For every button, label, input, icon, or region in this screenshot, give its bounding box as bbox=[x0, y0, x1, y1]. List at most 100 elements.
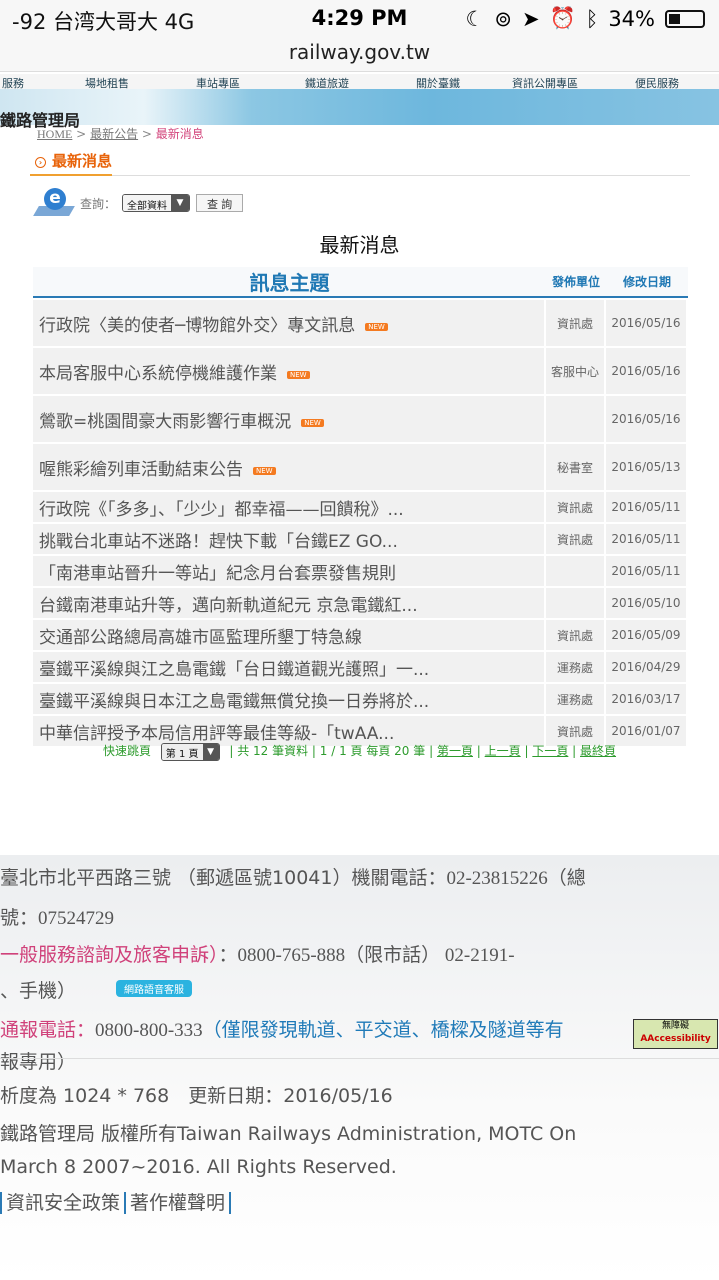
table-row[interactable]: 本局客服中心系統停機維護作業 NEW 客服中心 2016/05/16 bbox=[33, 348, 688, 394]
news-title[interactable]: 「南港車站晉升一等站」紀念月台套票發售規則 bbox=[33, 556, 546, 586]
resolution-line: 析度為 1024 * 768 更新日期：2016/05/16 bbox=[0, 1085, 393, 1107]
last-page-link[interactable]: 最終頁 bbox=[580, 744, 616, 758]
security-policy-link[interactable]: 資訊安全政策 bbox=[0, 1192, 125, 1214]
copyright-link[interactable]: 著作權聲明 bbox=[124, 1192, 230, 1214]
page-title: 最新消息 bbox=[319, 233, 400, 257]
first-page-link[interactable]: 第一頁 bbox=[437, 744, 473, 758]
breadcrumb-sep: > bbox=[76, 127, 87, 141]
table-row[interactable]: 行政院《「多多」、「少少」都幸福——回饋稅》... 資訊處 2016/05/11 bbox=[33, 492, 688, 522]
top-nav: 服務 場地租售 車站專區 鐵道旅遊 關於臺鐵 資訊公開專區 便民服務 bbox=[0, 74, 719, 90]
table-row[interactable]: 鶯歌=桃園間豪大雨影響行車概況 NEW 2016/05/16 bbox=[33, 396, 688, 442]
next-page-link[interactable]: 下一頁 bbox=[532, 744, 568, 758]
header-title: 訊息主題 bbox=[33, 267, 546, 298]
table-row[interactable]: 行政院〈美的使者─博物館外交〉專文訊息 NEW 資訊處 2016/05/16 bbox=[33, 300, 688, 346]
breadcrumb-sep: > bbox=[141, 127, 152, 141]
news-title[interactable]: 本局客服中心系統停機維護作業 NEW bbox=[33, 348, 546, 394]
news-unit bbox=[546, 556, 606, 586]
service-line: 一般服務諮詢及旅客申訴）：0800-765-888（限市話） 02-2191- bbox=[0, 944, 515, 966]
status-bar: -92 台湾大哥大 4G 4:29 PM ☾ ⊚ ➤ ⏰ ᛒ 34% railw… bbox=[0, 0, 719, 72]
news-unit: 資訊處 bbox=[546, 492, 606, 522]
new-badge: NEW bbox=[253, 466, 276, 475]
accessibility-badge[interactable]: 無障礙 AAccessibility bbox=[633, 1019, 718, 1049]
status-icons: ☾ ⊚ ➤ ⏰ ᛒ 34% bbox=[465, 6, 705, 31]
report-note-line: 報專用） bbox=[0, 1051, 77, 1073]
moon-icon: ☾ bbox=[465, 6, 485, 31]
news-date: 2016/05/16 bbox=[606, 348, 688, 394]
jump-label: 快速跳頁 bbox=[102, 744, 151, 758]
alarm-icon: ⏰ bbox=[549, 6, 576, 30]
section-title: › 最新消息 bbox=[35, 150, 112, 171]
breadcrumb-parent[interactable]: 最新公告 bbox=[90, 127, 138, 141]
url-bar[interactable]: railway.gov.tw bbox=[0, 40, 719, 64]
footer-links: 資訊安全政策 著作權聲明 bbox=[0, 1188, 240, 1215]
table-row[interactable]: 交通部公路總局高雄市區監理所墾丁特急線 資訊處 2016/05/09 bbox=[33, 620, 688, 650]
news-title[interactable]: 臺鐵平溪線與日本江之島電鐵無償兌換一日券將於... bbox=[33, 684, 546, 714]
address-line: 臺北市北平西路三號 （郵遞區號10041）機關電話：02-23815226（總 bbox=[0, 867, 586, 889]
new-badge: NEW bbox=[287, 370, 310, 379]
chevron-right-icon: › bbox=[35, 157, 46, 168]
battery-icon bbox=[665, 9, 705, 28]
orientation-lock-icon: ⊚ bbox=[494, 6, 512, 31]
news-date: 2016/05/16 bbox=[606, 300, 688, 346]
news-unit: 客服中心 bbox=[546, 348, 606, 394]
report-line: 通報電話：0800-800-333（僅限發現軌道、平交道、橋樑及隧道等有 bbox=[0, 1019, 564, 1041]
news-unit: 運務處 bbox=[546, 684, 606, 714]
section-title-text: 最新消息 bbox=[52, 152, 113, 170]
copyright-line-2: March 8 2007~2016. All Rights Reserved. bbox=[0, 1156, 397, 1178]
category-select[interactable]: 全部資料 ▼ bbox=[122, 194, 191, 212]
page-select[interactable]: 第 1 頁 ▼ bbox=[160, 742, 220, 761]
news-date: 2016/05/16 bbox=[606, 396, 688, 442]
breadcrumb-home[interactable]: HOME bbox=[37, 127, 72, 141]
mobile-line: 、手機） 網路語音客服 bbox=[0, 976, 193, 1003]
header-unit: 發佈單位 bbox=[546, 267, 606, 298]
news-title[interactable]: 臺鐵平溪線與江之島電鐵「台日鐵道觀光護照」一... bbox=[33, 652, 546, 682]
news-date: 2016/04/29 bbox=[606, 652, 688, 682]
table-row[interactable]: 「南港車站晉升一等站」紀念月台套票發售規則 2016/05/11 bbox=[33, 556, 688, 586]
dropdown-arrow-icon: ▼ bbox=[171, 195, 190, 211]
category-select-value: 全部資料 bbox=[123, 195, 172, 211]
news-title[interactable]: 鶯歌=桃園間豪大雨影響行車概況 NEW bbox=[33, 396, 546, 442]
battery-percent: 34% bbox=[608, 6, 655, 31]
news-date: 2016/05/10 bbox=[606, 588, 688, 618]
location-icon: ➤ bbox=[521, 6, 540, 31]
news-unit bbox=[546, 588, 606, 618]
news-unit: 秘書室 bbox=[546, 444, 606, 490]
prev-page-link[interactable]: 上一頁 bbox=[485, 744, 521, 758]
news-title[interactable]: 挑戰台北車站不迷路！趕快下載「台鐵EZ GO... bbox=[33, 524, 546, 554]
section-divider bbox=[30, 174, 690, 176]
pagination: 快速跳頁 第 1 頁 ▼ | 共 12 筆資料 | 1 / 1 頁 每頁 20 筆… bbox=[102, 742, 617, 761]
news-unit: 資訊處 bbox=[546, 300, 606, 346]
new-badge: NEW bbox=[301, 418, 324, 427]
banner: 鐵路管理局 bbox=[0, 89, 719, 130]
news-title[interactable]: 台鐵南港車站升等，邁向新軌道紀元 京急電鐵紅... bbox=[33, 588, 546, 618]
news-title[interactable]: 行政院〈美的使者─博物館外交〉專文訊息 NEW bbox=[33, 300, 546, 346]
dropdown-arrow-icon: ▼ bbox=[202, 743, 219, 760]
query-label: 查詢： bbox=[80, 196, 117, 211]
page-select-value: 第 1 頁 bbox=[161, 743, 203, 760]
query-button[interactable]: 查 詢 bbox=[196, 194, 244, 212]
news-table: 訊息主題 發佈單位 修改日期 行政院〈美的使者─博物館外交〉專文訊息 NEW 資訊處… bbox=[33, 265, 688, 748]
news-unit: 資訊處 bbox=[546, 524, 606, 554]
news-title[interactable]: 交通部公路總局高雄市區監理所墾丁特急線 bbox=[33, 620, 546, 650]
news-title[interactable]: 行政院《「多多」、「少少」都幸福——回饋稅》... bbox=[33, 492, 546, 522]
news-date: 2016/03/17 bbox=[606, 684, 688, 714]
breadcrumb-current: 最新消息 bbox=[155, 127, 204, 141]
table-row[interactable]: 臺鐵平溪線與江之島電鐵「台日鐵道觀光護照」一... 運務處 2016/04/29 bbox=[33, 652, 688, 682]
breadcrumb: HOME > 最新公告 > 最新消息 bbox=[37, 125, 204, 142]
header-date: 修改日期 bbox=[606, 267, 688, 298]
news-date: 2016/05/13 bbox=[606, 444, 688, 490]
table-row[interactable]: 台鐵南港車站升等，邁向新軌道紀元 京急電鐵紅... 2016/05/10 bbox=[33, 588, 688, 618]
news-unit: 運務處 bbox=[546, 652, 606, 682]
bluetooth-icon: ᛒ bbox=[585, 6, 599, 31]
news-unit: 資訊處 bbox=[546, 620, 606, 650]
news-title[interactable]: 喔熊彩繪列車活動結束公告 NEW bbox=[33, 444, 546, 490]
tax-id-line: 號：07524729 bbox=[0, 907, 115, 929]
footer: 臺北市北平西路三號 （郵遞區號10041）機關電話：02-23815226（總 … bbox=[0, 855, 719, 1280]
table-row[interactable]: 挑戰台北車站不迷路！趕快下載「台鐵EZ GO... 資訊處 2016/05/11 bbox=[33, 524, 688, 554]
query-bar: e 查詢： 全部資料 ▼ 查 詢 bbox=[33, 188, 244, 218]
footer-divider bbox=[0, 1058, 719, 1059]
table-row[interactable]: 臺鐵平溪線與日本江之島電鐵無償兌換一日券將於... 運務處 2016/03/17 bbox=[33, 684, 688, 714]
online-voice-service-button[interactable]: 網路語音客服 bbox=[116, 980, 193, 997]
table-row[interactable]: 喔熊彩繪列車活動結束公告 NEW 秘書室 2016/05/13 bbox=[33, 444, 688, 490]
copyright-line: 鐵路管理局 版權所有Taiwan Railways Administration… bbox=[0, 1123, 577, 1145]
